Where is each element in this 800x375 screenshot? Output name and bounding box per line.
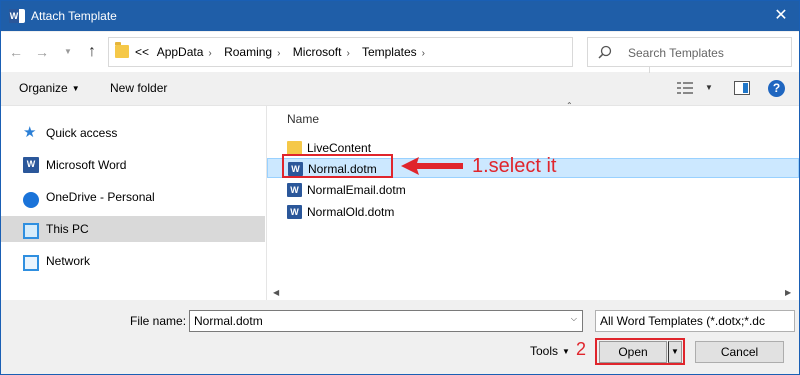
folder-icon	[115, 42, 129, 58]
back-arrow-icon[interactable]: ←	[7, 42, 25, 62]
sort-up-icon: ⌃	[566, 101, 573, 110]
scroll-right-icon[interactable]: ▶	[785, 288, 791, 297]
chevron-down-icon: ▼	[705, 83, 713, 92]
word-icon: W	[23, 157, 39, 173]
file-name-input[interactable]	[194, 314, 554, 328]
word-template-icon: W	[287, 183, 302, 197]
breadcrumb-appdata[interactable]: AppData	[157, 45, 204, 59]
file-row-normalemail-dotm[interactable]: W NormalEmail.dotm	[267, 180, 799, 200]
organize-label: Organize	[19, 81, 68, 95]
file-type-value: All Word Templates (*.dotx;*.dc	[600, 314, 765, 328]
sidebar-item-label: Quick access	[46, 126, 118, 140]
cancel-button[interactable]: Cancel	[695, 341, 784, 363]
up-arrow-icon[interactable]: ↑	[83, 42, 101, 62]
network-icon	[23, 255, 39, 271]
search-box[interactable]: Search Templates	[587, 37, 792, 67]
sidebar-item-quick-access[interactable]: ★ Quick access	[1, 120, 265, 146]
tools-label: Tools	[530, 344, 559, 358]
annotation-step2: 2	[576, 339, 587, 359]
annotation-arrow-icon	[401, 157, 463, 175]
navigation-bar: ← → ▼ ↑ << AppData › Roaming › Microsoft › …	[1, 32, 799, 73]
chevron-down-icon[interactable]: ⌵	[571, 314, 577, 324]
annotation-highlight-box	[282, 154, 393, 178]
sidebar-item-label: This PC	[46, 222, 89, 236]
file-name: LiveContent	[307, 141, 372, 155]
command-toolbar: Organize ▼ New folder ▼ ?	[1, 73, 799, 105]
column-header-name[interactable]: Name	[287, 112, 319, 126]
chevron-down-icon: ▼	[71, 84, 80, 93]
breadcrumb-roaming[interactable]: Roaming	[224, 45, 272, 59]
annotation-open-highlight-box	[595, 338, 685, 365]
sidebar-item-network[interactable]: Network	[1, 248, 265, 274]
star-icon: ★	[23, 124, 37, 141]
organize-button[interactable]: Organize ▼	[19, 81, 80, 95]
breadcrumb-separator-icon[interactable]: ›	[208, 48, 211, 59]
sidebar-item-label: OneDrive - Personal	[46, 190, 155, 204]
file-name-label: File name:	[130, 314, 187, 328]
file-type-select[interactable]: All Word Templates (*.dotx;*.dc	[595, 310, 795, 332]
breadcrumb-templates[interactable]: Templates	[362, 45, 417, 59]
path-overflow-marker[interactable]: <<	[135, 45, 149, 59]
file-row-normalold-dotm[interactable]: W NormalOld.dotm	[267, 202, 799, 222]
file-list-pane: Name LiveContent W Normal.dotm W NormalE…	[267, 105, 799, 300]
computer-icon	[23, 223, 39, 239]
window-title: Attach Template	[31, 9, 117, 23]
sidebar-item-label: Network	[46, 254, 91, 268]
breadcrumb-microsoft[interactable]: Microsoft	[293, 45, 342, 59]
search-icon	[598, 45, 612, 59]
sidebar-item-microsoft-word[interactable]: W Microsoft Word	[1, 152, 265, 178]
sidebar-item-label: Microsoft Word	[46, 158, 127, 172]
chevron-down-icon: ▼	[562, 347, 570, 356]
cloud-icon	[23, 192, 39, 208]
attach-template-dialog: W Attach Template ✕ ← → ▼ ↑ << AppData › …	[0, 0, 800, 375]
search-placeholder: Search Templates	[628, 46, 724, 60]
breadcrumb-separator-icon[interactable]: ›	[346, 48, 349, 59]
folder-icon	[287, 141, 302, 155]
forward-arrow-icon[interactable]: →	[33, 42, 51, 62]
change-view-button[interactable]: ▼	[677, 81, 717, 97]
help-icon[interactable]: ?	[768, 80, 785, 97]
title-bar: W Attach Template ✕	[1, 1, 799, 31]
new-folder-button[interactable]: New folder	[110, 81, 167, 95]
address-bar[interactable]: << AppData › Roaming › Microsoft › Template…	[108, 37, 669, 73]
word-app-icon: W	[9, 9, 25, 23]
tools-button[interactable]: Tools ▼	[530, 344, 570, 358]
navigation-pane: ★ Quick access W Microsoft Word OneDrive…	[1, 105, 266, 300]
scroll-left-icon[interactable]: ◀	[273, 288, 279, 297]
word-template-icon: W	[287, 205, 302, 219]
file-name-field[interactable]: ⌵	[189, 310, 583, 332]
recent-locations-chevron-icon[interactable]: ▼	[59, 42, 77, 62]
breadcrumb-separator-icon[interactable]: ›	[277, 48, 280, 59]
preview-pane-icon[interactable]	[734, 81, 750, 95]
details-view-icon	[677, 81, 693, 95]
annotation-step1: 1.select it	[472, 155, 557, 177]
sidebar-item-onedrive[interactable]: OneDrive - Personal	[1, 184, 265, 210]
breadcrumb-separator-icon[interactable]: ›	[422, 48, 425, 59]
sidebar-item-this-pc[interactable]: This PC	[1, 216, 265, 242]
file-name: NormalEmail.dotm	[307, 183, 406, 197]
close-icon[interactable]: ✕	[771, 6, 791, 26]
breadcrumb: << AppData › Roaming › Microsoft › Template…	[135, 45, 434, 59]
file-name: NormalOld.dotm	[307, 205, 395, 219]
